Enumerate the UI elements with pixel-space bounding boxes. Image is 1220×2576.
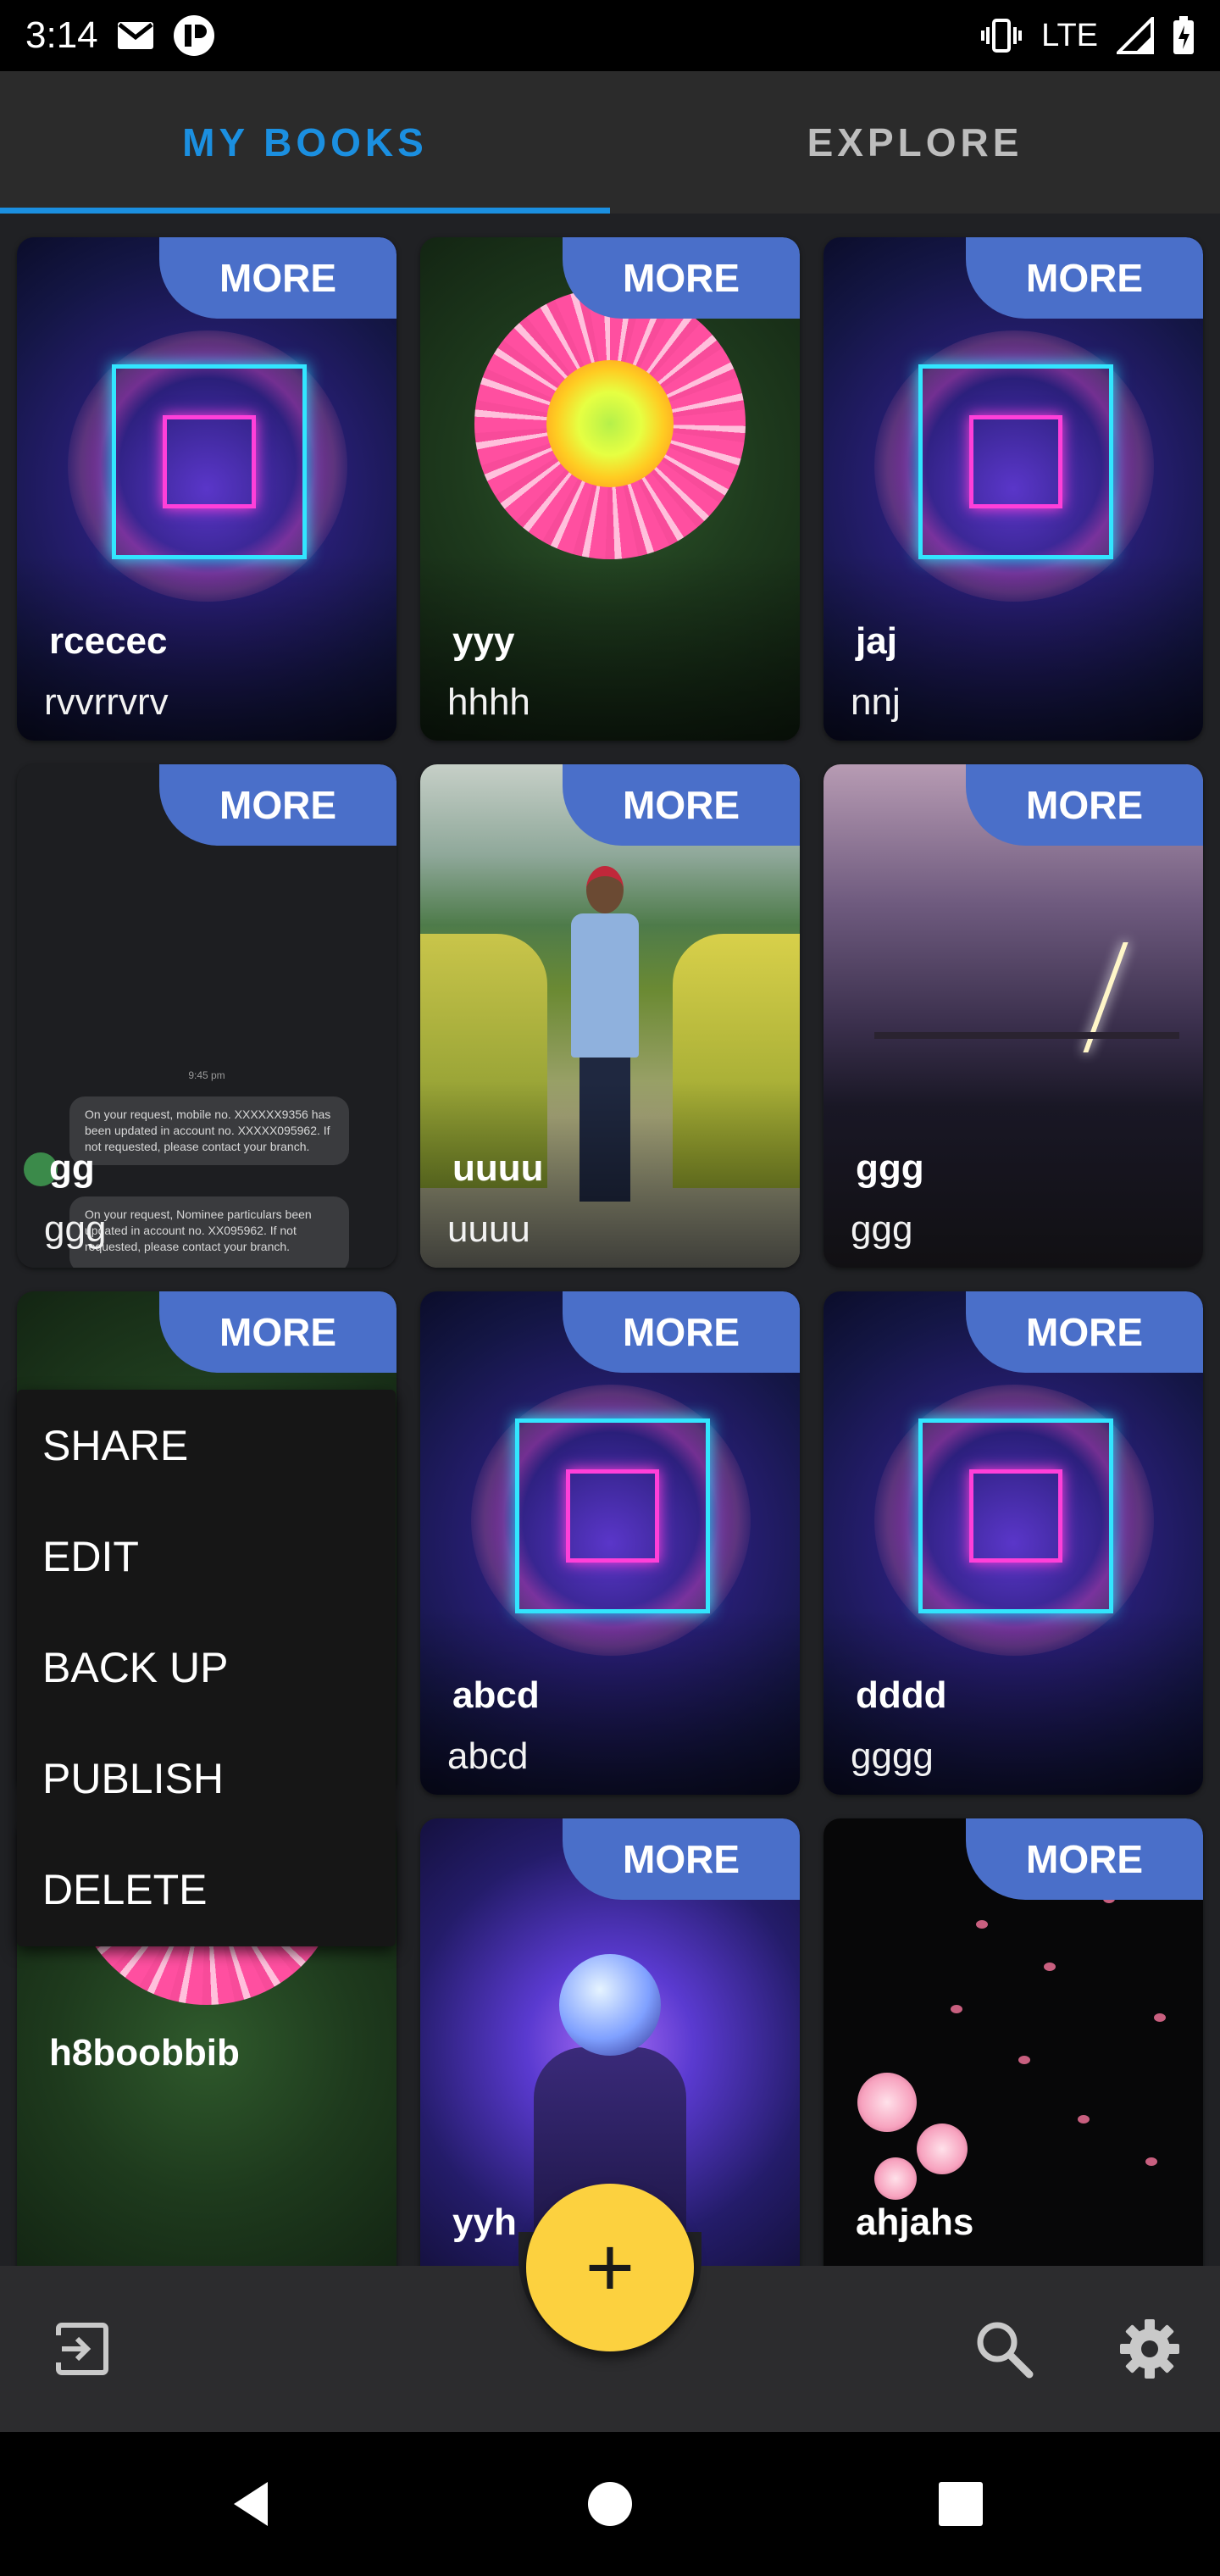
book-subtitle: ggg (851, 1208, 913, 1250)
book-card[interactable]: MORE abcd abcd (420, 1291, 800, 1795)
book-title: ggg (856, 1147, 924, 1189)
menu-item-back-up[interactable]: BACK UP (17, 1612, 396, 1723)
more-button[interactable]: MORE (159, 1291, 396, 1373)
book-subtitle: nnj (851, 681, 901, 723)
more-button[interactable]: MORE (563, 1291, 800, 1373)
home-icon[interactable] (568, 2462, 652, 2546)
book-subtitle: hhhh (447, 681, 530, 723)
status-time: 3:14 (25, 14, 98, 56)
book-subtitle: ggg (44, 1208, 107, 1250)
menu-item-delete[interactable]: DELETE (17, 1834, 396, 1945)
book-title: abcd (452, 1674, 540, 1716)
sms-bubble: On your request, Nominee particulars bee… (69, 1196, 349, 1268)
book-subtitle: abcd (447, 1735, 529, 1777)
system-nav-bar (0, 2432, 1220, 2576)
book-card[interactable]: MORE ggg ggg (824, 764, 1203, 1268)
logout-icon[interactable] (36, 2302, 129, 2396)
book-title: jaj (856, 620, 897, 662)
book-title: yyh (452, 2201, 517, 2243)
book-subtitle: rvvrrvrv (44, 681, 169, 723)
book-card[interactable]: MORE jaj nnj (824, 237, 1203, 741)
book-title: rcecec (49, 620, 168, 662)
more-button[interactable]: MORE (966, 237, 1203, 319)
status-bar: 3:14 LTE (0, 0, 1220, 71)
tab-indicator (0, 208, 610, 214)
more-button[interactable]: MORE (159, 237, 396, 319)
plus-icon: + (585, 2220, 635, 2315)
book-title: dddd (856, 1674, 947, 1716)
sms-bubble: On your request, mobile no. XXXXXX9356 h… (69, 1096, 349, 1165)
menu-item-edit[interactable]: EDIT (17, 1501, 396, 1612)
book-title: uuuu (452, 1147, 544, 1189)
battery-icon (1173, 16, 1195, 55)
book-title: yyy (452, 620, 515, 662)
network-type: LTE (1041, 17, 1098, 53)
menu-item-share[interactable]: SHARE (17, 1390, 396, 1501)
recents-icon[interactable] (918, 2462, 1003, 2546)
more-button[interactable]: MORE (159, 764, 396, 846)
book-subtitle: uuuu (447, 1208, 530, 1250)
book-card[interactable]: MORE ahjahs (824, 1818, 1203, 2266)
book-title: gg (49, 1147, 95, 1189)
signal-icon (1117, 17, 1154, 54)
back-icon[interactable] (212, 2462, 297, 2546)
app-notification-icon (173, 14, 215, 57)
more-button[interactable]: MORE (966, 1291, 1203, 1373)
more-button[interactable]: MORE (563, 237, 800, 319)
tab-explore[interactable]: EXPLORE (610, 71, 1220, 214)
book-card[interactable]: MORE uuuu uuuu (420, 764, 800, 1268)
status-left: 3:14 (25, 14, 215, 57)
more-button[interactable]: MORE (966, 1818, 1203, 1900)
book-card[interactable]: 9:45 pm On your request, mobile no. XXXX… (17, 764, 396, 1268)
vibrate-icon (980, 19, 1023, 53)
sms-time: 9:45 pm (188, 1069, 225, 1081)
more-button[interactable]: MORE (966, 764, 1203, 846)
gmail-icon (117, 21, 154, 50)
status-right: LTE (980, 16, 1195, 55)
menu-item-publish[interactable]: PUBLISH (17, 1723, 396, 1834)
settings-icon[interactable] (1103, 2302, 1196, 2396)
book-options-menu: SHARE EDIT BACK UP PUBLISH DELETE (17, 1390, 396, 1946)
add-book-button[interactable]: + (526, 2184, 694, 2351)
tab-bar: MY BOOKS EXPLORE (0, 71, 1220, 214)
book-card[interactable]: MORE rcecec rvvrrvrv (17, 237, 396, 741)
more-button[interactable]: MORE (563, 764, 800, 846)
tab-my-books[interactable]: MY BOOKS (0, 71, 610, 214)
book-title: ahjahs (856, 2201, 974, 2243)
book-card[interactable]: MORE yyy hhhh (420, 237, 800, 741)
book-grid: MORE rcecec rvvrrvrv MORE yyy hhhh MORE … (0, 214, 1220, 2266)
book-subtitle: gggg (851, 1735, 934, 1777)
book-title: h8boobbib (49, 2032, 240, 2074)
search-icon[interactable] (957, 2302, 1051, 2396)
more-button[interactable]: MORE (563, 1818, 800, 1900)
book-card[interactable]: MORE dddd gggg (824, 1291, 1203, 1795)
